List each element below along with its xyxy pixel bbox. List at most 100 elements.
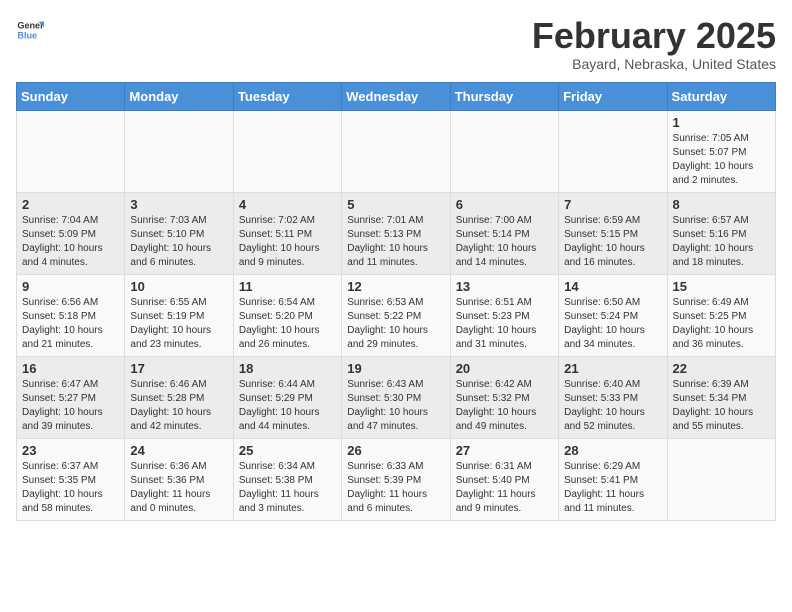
day-number: 27 bbox=[456, 443, 553, 458]
weekday-header-thursday: Thursday bbox=[450, 82, 558, 110]
day-number: 10 bbox=[130, 279, 227, 294]
calendar-cell bbox=[667, 438, 775, 520]
day-info: Sunrise: 6:51 AM Sunset: 5:23 PM Dayligh… bbox=[456, 296, 553, 352]
day-number: 17 bbox=[130, 361, 227, 376]
day-number: 23 bbox=[22, 443, 119, 458]
title-block: February 2025 Bayard, Nebraska, United S… bbox=[532, 16, 776, 72]
day-info: Sunrise: 6:47 AM Sunset: 5:27 PM Dayligh… bbox=[22, 378, 119, 434]
calendar-cell bbox=[17, 110, 125, 192]
calendar-week-1: 1 Sunrise: 7:05 AM Sunset: 5:07 PM Daylig… bbox=[17, 110, 776, 192]
calendar-cell: 13 Sunrise: 6:51 AM Sunset: 5:23 PM Dayli… bbox=[450, 274, 558, 356]
calendar-cell: 15 Sunrise: 6:49 AM Sunset: 5:25 PM Dayli… bbox=[667, 274, 775, 356]
day-info: Sunrise: 7:00 AM Sunset: 5:14 PM Dayligh… bbox=[456, 214, 553, 270]
calendar-cell bbox=[342, 110, 450, 192]
day-info: Sunrise: 6:29 AM Sunset: 5:41 PM Dayligh… bbox=[564, 460, 661, 516]
day-number: 15 bbox=[673, 279, 770, 294]
day-info: Sunrise: 6:43 AM Sunset: 5:30 PM Dayligh… bbox=[347, 378, 444, 434]
day-info: Sunrise: 6:31 AM Sunset: 5:40 PM Dayligh… bbox=[456, 460, 553, 516]
day-info: Sunrise: 6:54 AM Sunset: 5:20 PM Dayligh… bbox=[239, 296, 336, 352]
calendar-cell bbox=[559, 110, 667, 192]
day-number: 26 bbox=[347, 443, 444, 458]
day-info: Sunrise: 6:34 AM Sunset: 5:38 PM Dayligh… bbox=[239, 460, 336, 516]
calendar-cell: 12Sunrise: 6:53 AM Sunset: 5:22 PM Dayli… bbox=[342, 274, 450, 356]
day-info: Sunrise: 6:57 AM Sunset: 5:16 PM Dayligh… bbox=[673, 214, 770, 270]
weekday-header-sunday: Sunday bbox=[17, 82, 125, 110]
calendar-cell: 18 Sunrise: 6:44 AM Sunset: 5:29 PM Dayli… bbox=[233, 356, 341, 438]
day-info: Sunrise: 7:01 AM Sunset: 5:13 PM Dayligh… bbox=[347, 214, 444, 270]
weekday-header-tuesday: Tuesday bbox=[233, 82, 341, 110]
day-info: Sunrise: 6:49 AM Sunset: 5:25 PM Dayligh… bbox=[673, 296, 770, 352]
calendar-cell: 2 Sunrise: 7:04 AM Sunset: 5:09 PM Daylig… bbox=[17, 192, 125, 274]
calendar-cell: 21Sunrise: 6:40 AM Sunset: 5:33 PM Dayli… bbox=[559, 356, 667, 438]
calendar-week-3: 9Sunrise: 6:56 AM Sunset: 5:18 PM Daylig… bbox=[17, 274, 776, 356]
day-number: 28 bbox=[564, 443, 661, 458]
calendar-cell: 27 Sunrise: 6:31 AM Sunset: 5:40 PM Dayli… bbox=[450, 438, 558, 520]
day-number: 5 bbox=[347, 197, 444, 212]
day-number: 21 bbox=[564, 361, 661, 376]
calendar-cell bbox=[450, 110, 558, 192]
day-number: 19 bbox=[347, 361, 444, 376]
day-info: Sunrise: 6:50 AM Sunset: 5:24 PM Dayligh… bbox=[564, 296, 661, 352]
day-info: Sunrise: 6:44 AM Sunset: 5:29 PM Dayligh… bbox=[239, 378, 336, 434]
calendar-cell: 22 Sunrise: 6:39 AM Sunset: 5:34 PM Dayli… bbox=[667, 356, 775, 438]
day-info: Sunrise: 6:33 AM Sunset: 5:39 PM Dayligh… bbox=[347, 460, 444, 516]
calendar-week-5: 23 Sunrise: 6:37 AM Sunset: 5:35 PM Dayli… bbox=[17, 438, 776, 520]
calendar-cell bbox=[233, 110, 341, 192]
logo-icon: General Blue bbox=[16, 16, 44, 44]
location: Bayard, Nebraska, United States bbox=[532, 56, 776, 72]
day-number: 8 bbox=[673, 197, 770, 212]
weekday-header-friday: Friday bbox=[559, 82, 667, 110]
day-number: 3 bbox=[130, 197, 227, 212]
calendar-cell: 6 Sunrise: 7:00 AM Sunset: 5:14 PM Daylig… bbox=[450, 192, 558, 274]
day-number: 7 bbox=[564, 197, 661, 212]
day-info: Sunrise: 6:46 AM Sunset: 5:28 PM Dayligh… bbox=[130, 378, 227, 434]
day-number: 24 bbox=[130, 443, 227, 458]
day-number: 20 bbox=[456, 361, 553, 376]
weekday-header-saturday: Saturday bbox=[667, 82, 775, 110]
day-info: Sunrise: 6:37 AM Sunset: 5:35 PM Dayligh… bbox=[22, 460, 119, 516]
calendar-cell: 8 Sunrise: 6:57 AM Sunset: 5:16 PM Daylig… bbox=[667, 192, 775, 274]
day-number: 1 bbox=[673, 115, 770, 130]
weekday-header-monday: Monday bbox=[125, 82, 233, 110]
calendar-table: SundayMondayTuesdayWednesdayThursdayFrid… bbox=[16, 82, 776, 521]
day-number: 4 bbox=[239, 197, 336, 212]
calendar-cell: 11 Sunrise: 6:54 AM Sunset: 5:20 PM Dayli… bbox=[233, 274, 341, 356]
calendar-cell: 7 Sunrise: 6:59 AM Sunset: 5:15 PM Daylig… bbox=[559, 192, 667, 274]
calendar-cell: 10Sunrise: 6:55 AM Sunset: 5:19 PM Dayli… bbox=[125, 274, 233, 356]
day-number: 18 bbox=[239, 361, 336, 376]
day-number: 6 bbox=[456, 197, 553, 212]
day-info: Sunrise: 7:04 AM Sunset: 5:09 PM Dayligh… bbox=[22, 214, 119, 270]
calendar-cell: 26 Sunrise: 6:33 AM Sunset: 5:39 PM Dayli… bbox=[342, 438, 450, 520]
day-number: 9 bbox=[22, 279, 119, 294]
day-info: Sunrise: 7:05 AM Sunset: 5:07 PM Dayligh… bbox=[673, 132, 770, 188]
day-number: 14 bbox=[564, 279, 661, 294]
calendar-cell: 24Sunrise: 6:36 AM Sunset: 5:36 PM Dayli… bbox=[125, 438, 233, 520]
calendar-cell: 16 Sunrise: 6:47 AM Sunset: 5:27 PM Dayli… bbox=[17, 356, 125, 438]
calendar-cell: 5 Sunrise: 7:01 AM Sunset: 5:13 PM Daylig… bbox=[342, 192, 450, 274]
day-info: Sunrise: 7:02 AM Sunset: 5:11 PM Dayligh… bbox=[239, 214, 336, 270]
day-number: 16 bbox=[22, 361, 119, 376]
day-number: 12 bbox=[347, 279, 444, 294]
month-title: February 2025 bbox=[532, 16, 776, 56]
day-number: 13 bbox=[456, 279, 553, 294]
calendar-week-2: 2 Sunrise: 7:04 AM Sunset: 5:09 PM Daylig… bbox=[17, 192, 776, 274]
weekday-header-wednesday: Wednesday bbox=[342, 82, 450, 110]
logo: General Blue bbox=[16, 16, 44, 44]
calendar-cell: 25 Sunrise: 6:34 AM Sunset: 5:38 PM Dayli… bbox=[233, 438, 341, 520]
day-number: 2 bbox=[22, 197, 119, 212]
calendar-cell: 20 Sunrise: 6:42 AM Sunset: 5:32 PM Dayli… bbox=[450, 356, 558, 438]
day-number: 22 bbox=[673, 361, 770, 376]
calendar-cell: 9Sunrise: 6:56 AM Sunset: 5:18 PM Daylig… bbox=[17, 274, 125, 356]
day-number: 11 bbox=[239, 279, 336, 294]
day-info: Sunrise: 6:42 AM Sunset: 5:32 PM Dayligh… bbox=[456, 378, 553, 434]
calendar-cell: 14 Sunrise: 6:50 AM Sunset: 5:24 PM Dayli… bbox=[559, 274, 667, 356]
calendar-cell: 19 Sunrise: 6:43 AM Sunset: 5:30 PM Dayli… bbox=[342, 356, 450, 438]
calendar-cell: 4 Sunrise: 7:02 AM Sunset: 5:11 PM Daylig… bbox=[233, 192, 341, 274]
day-info: Sunrise: 6:39 AM Sunset: 5:34 PM Dayligh… bbox=[673, 378, 770, 434]
calendar-cell: 1 Sunrise: 7:05 AM Sunset: 5:07 PM Daylig… bbox=[667, 110, 775, 192]
svg-text:Blue: Blue bbox=[17, 30, 37, 40]
day-info: Sunrise: 6:59 AM Sunset: 5:15 PM Dayligh… bbox=[564, 214, 661, 270]
day-number: 25 bbox=[239, 443, 336, 458]
calendar-cell: 3Sunrise: 7:03 AM Sunset: 5:10 PM Daylig… bbox=[125, 192, 233, 274]
calendar-cell: 17 Sunrise: 6:46 AM Sunset: 5:28 PM Dayli… bbox=[125, 356, 233, 438]
